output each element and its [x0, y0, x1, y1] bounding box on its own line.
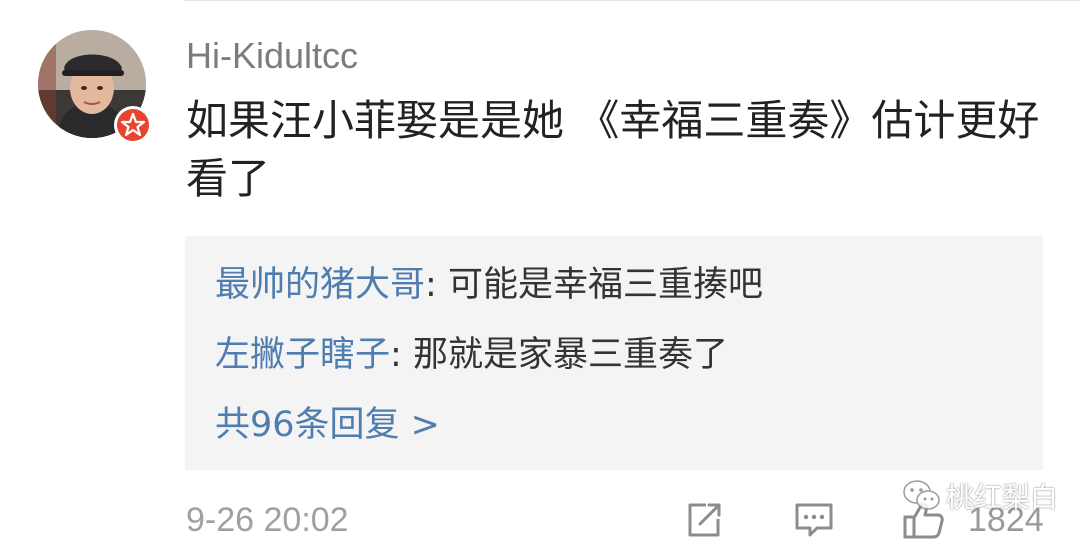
wechat-icon: [902, 479, 942, 513]
top-divider: [184, 0, 1080, 1]
comment-username[interactable]: Hi-Kidultcc: [186, 36, 358, 76]
comment-icon: [795, 503, 833, 537]
share-icon: [688, 503, 721, 537]
reply-item[interactable]: 最帅的猪大哥: 可能是幸福三重揍吧: [215, 264, 763, 306]
reply-author[interactable]: 最帅的猪大哥: [215, 265, 425, 305]
reply-text: 可能是幸福三重揍吧: [447, 265, 763, 305]
comment-timestamp: 9-26 20:02: [186, 501, 349, 539]
comment-text: 如果汪小菲娶是是她 《幸福三重奏》估计更好看了: [186, 96, 1040, 203]
more-replies-link[interactable]: 共96条回复 >: [215, 404, 440, 446]
share-button[interactable]: [684, 500, 724, 540]
watermark-text: 桃红梨白: [946, 481, 1059, 514]
reply-author[interactable]: 左撇子瞎子: [215, 335, 390, 375]
reply-item[interactable]: 左撇子瞎子: 那就是家暴三重奏了: [215, 334, 728, 376]
watermark: 桃红梨白: [902, 476, 1058, 516]
reply-preview-box[interactable]: 最帅的猪大哥: 可能是幸福三重揍吧 左撇子瞎子: 那就是家暴三重奏了 共96条回…: [185, 236, 1043, 470]
star-badge-icon: [114, 106, 152, 144]
reply-text: 那就是家暴三重奏了: [412, 335, 728, 375]
avatar[interactable]: [38, 30, 152, 144]
reply-separator: :: [425, 265, 448, 305]
reply-button[interactable]: [793, 500, 835, 540]
reply-separator: :: [390, 335, 413, 375]
